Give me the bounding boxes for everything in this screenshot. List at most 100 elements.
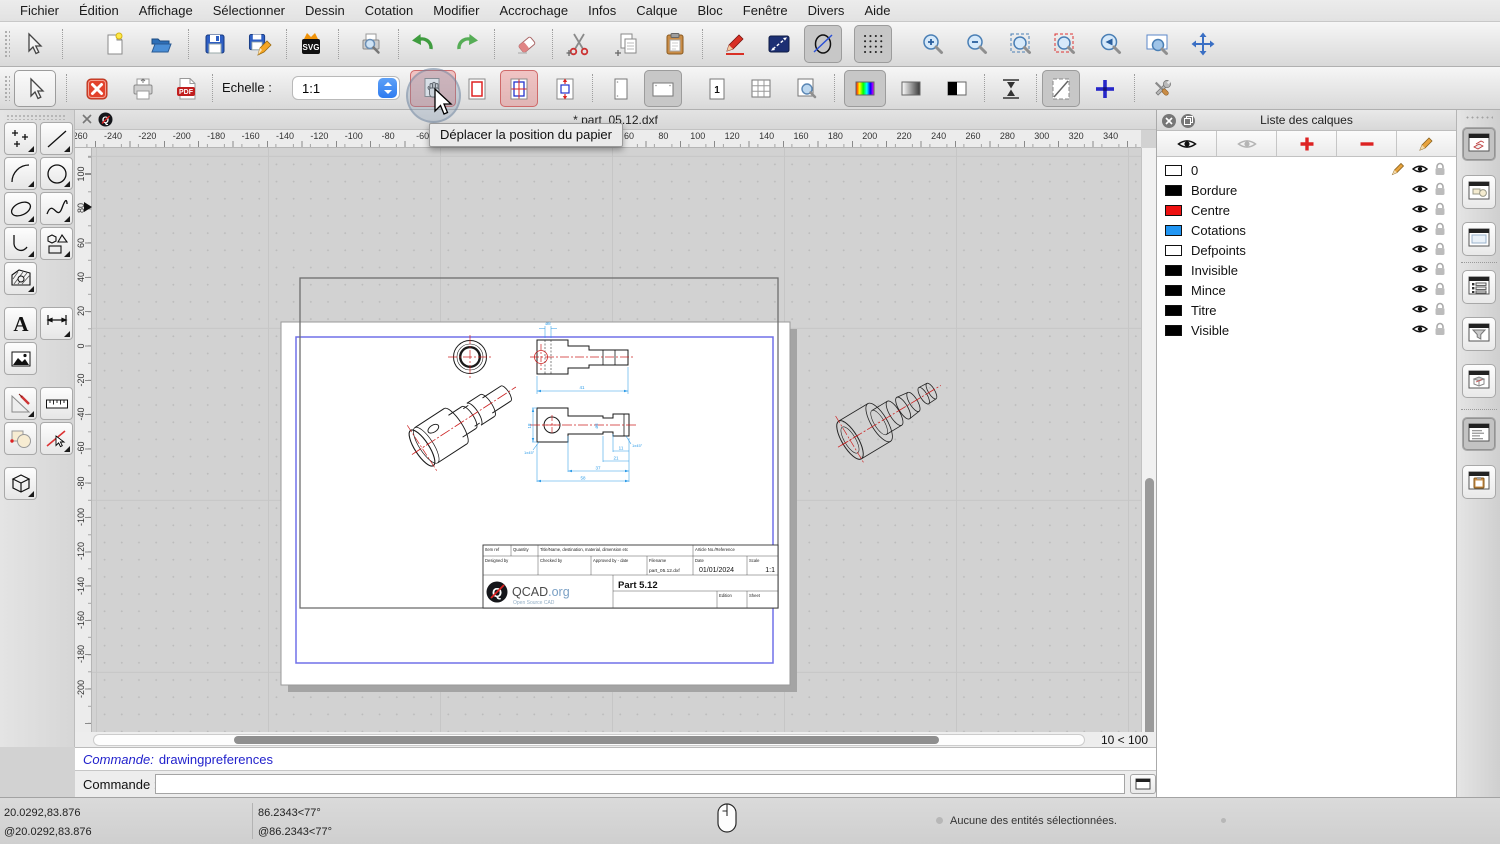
pdf-export-button[interactable]: PDF xyxy=(168,70,206,107)
menu-item[interactable]: Fichier xyxy=(10,3,69,18)
layer-row[interactable]: Titre xyxy=(1157,300,1456,320)
menu-item[interactable]: Affichage xyxy=(129,3,203,18)
zoom-in-button[interactable] xyxy=(914,25,952,63)
hide-all-layers-button[interactable] xyxy=(1217,131,1277,156)
scale-combobox[interactable]: 1:1 xyxy=(292,76,400,100)
layer-color-swatch[interactable] xyxy=(1165,185,1182,196)
close-print-preview-button[interactable] xyxy=(78,70,116,107)
layer-visibility-eye-icon[interactable] xyxy=(1412,263,1428,278)
image-tool-button[interactable] xyxy=(4,342,37,375)
layer-visibility-eye-icon[interactable] xyxy=(1412,163,1428,178)
menu-item[interactable]: Modifier xyxy=(423,3,489,18)
previous-view-button[interactable] xyxy=(1092,25,1130,63)
layer-color-swatch[interactable] xyxy=(1165,165,1182,176)
snap-tools-button[interactable] xyxy=(40,422,73,455)
fit-drawing-to-paper-button[interactable] xyxy=(546,70,584,107)
layer-color-swatch[interactable] xyxy=(1165,245,1182,256)
misc-draw-tools-button[interactable] xyxy=(4,387,37,420)
black-white-button[interactable] xyxy=(936,70,978,107)
move-paper-position-button[interactable] xyxy=(410,70,456,107)
settings-wrench-button[interactable] xyxy=(1140,70,1184,107)
hatch-tool-button[interactable] xyxy=(4,262,37,295)
remove-layer-button[interactable] xyxy=(1337,131,1397,156)
horizontal-scrollbar-thumb[interactable] xyxy=(234,736,939,744)
library-browser-panel-button[interactable] xyxy=(1462,364,1496,398)
layer-row[interactable]: 0 xyxy=(1157,160,1456,180)
modify-tools-button[interactable] xyxy=(4,422,37,455)
layer-color-swatch[interactable] xyxy=(1165,285,1182,296)
grid-toggle-button[interactable] xyxy=(854,25,892,63)
layer-color-swatch[interactable] xyxy=(1165,305,1182,316)
layer-visibility-eye-icon[interactable] xyxy=(1412,323,1428,338)
toolbar-drag-handle[interactable] xyxy=(4,75,10,101)
layer-lock-icon[interactable] xyxy=(1434,262,1446,279)
ellipse-tools-button[interactable] xyxy=(4,192,37,225)
drawing-canvas[interactable]: ø8 41 18 1x45 xyxy=(92,148,1141,732)
print-preview-button[interactable] xyxy=(352,25,390,63)
draft-mode-button[interactable] xyxy=(804,25,842,63)
layer-lock-icon[interactable] xyxy=(1434,222,1446,239)
portrait-orientation-button[interactable] xyxy=(602,70,640,107)
menu-item[interactable]: Fenêtre xyxy=(733,3,798,18)
layer-row[interactable]: Mince xyxy=(1157,280,1456,300)
measure-ruler-button[interactable] xyxy=(40,387,73,420)
property-editor-panel-button[interactable] xyxy=(1462,270,1496,304)
copy-button[interactable] xyxy=(608,25,646,63)
vertical-scrollbar[interactable] xyxy=(1141,148,1156,732)
layer-row[interactable]: Cotations xyxy=(1157,220,1456,240)
clipboard-panel-button[interactable] xyxy=(1462,465,1496,499)
multiple-pages-button[interactable] xyxy=(742,70,780,107)
view-panel-button[interactable] xyxy=(1462,222,1496,256)
paper-border-button[interactable] xyxy=(458,70,496,107)
print-button[interactable] xyxy=(124,70,162,107)
shape-tools-button[interactable] xyxy=(40,227,73,260)
zoom-selection-button[interactable] xyxy=(1046,25,1084,63)
layer-visibility-eye-icon[interactable] xyxy=(1412,283,1428,298)
layer-visibility-eye-icon[interactable] xyxy=(1412,223,1428,238)
crosshair-button[interactable] xyxy=(1086,70,1124,107)
paste-button[interactable] xyxy=(656,25,694,63)
command-window-toggle-button[interactable] xyxy=(1130,774,1156,794)
text-tool-button[interactable]: A xyxy=(4,307,37,340)
layer-list-panel-button[interactable] xyxy=(1462,127,1496,161)
layer-visibility-eye-icon[interactable] xyxy=(1412,303,1428,318)
zoom-out-button[interactable] xyxy=(958,25,996,63)
layer-row[interactable]: Defpoints xyxy=(1157,240,1456,260)
svg-export-button[interactable]: SVG xyxy=(292,25,330,63)
arc-tools-button[interactable] xyxy=(4,157,37,190)
measure-distance-button[interactable] xyxy=(760,25,798,63)
layer-row[interactable]: Visible xyxy=(1157,320,1456,340)
stepper-icon[interactable] xyxy=(378,78,397,98)
polyline-tools-button[interactable] xyxy=(4,227,37,260)
grayscale-button[interactable] xyxy=(890,70,932,107)
layer-lock-icon[interactable] xyxy=(1434,202,1446,219)
circle-tools-button[interactable] xyxy=(40,157,73,190)
layer-visibility-eye-icon[interactable] xyxy=(1412,203,1428,218)
strip-drag-handle[interactable] xyxy=(1465,115,1493,120)
open-document-button[interactable] xyxy=(142,25,180,63)
single-page-button[interactable]: 1 xyxy=(698,70,736,107)
layer-color-swatch[interactable] xyxy=(1165,225,1182,236)
show-all-layers-button[interactable] xyxy=(1157,131,1217,156)
cut-button[interactable] xyxy=(560,25,598,63)
add-layer-button[interactable] xyxy=(1277,131,1337,156)
layer-lock-icon[interactable] xyxy=(1434,162,1446,179)
layer-lock-icon[interactable] xyxy=(1434,322,1446,339)
save-button[interactable] xyxy=(196,25,234,63)
layer-color-swatch[interactable] xyxy=(1165,265,1182,276)
menu-item[interactable]: Sélectionner xyxy=(203,3,295,18)
menu-item[interactable]: Calque xyxy=(626,3,687,18)
paper-grid-button[interactable] xyxy=(500,70,538,107)
menu-item[interactable]: Édition xyxy=(69,3,129,18)
command-line-panel-button[interactable] xyxy=(1462,417,1496,451)
landscape-orientation-button[interactable] xyxy=(644,70,682,107)
menu-item[interactable]: Dessin xyxy=(295,3,355,18)
edit-layer-button[interactable] xyxy=(1397,131,1456,156)
selection-filter-panel-button[interactable] xyxy=(1462,317,1496,351)
layer-lock-icon[interactable] xyxy=(1434,282,1446,299)
auto-zoom-button[interactable] xyxy=(1002,25,1040,63)
menu-item[interactable]: Aide xyxy=(854,3,900,18)
layer-lock-icon[interactable] xyxy=(1434,302,1446,319)
spline-tools-button[interactable] xyxy=(40,192,73,225)
delete-eraser-button[interactable] xyxy=(508,25,546,63)
